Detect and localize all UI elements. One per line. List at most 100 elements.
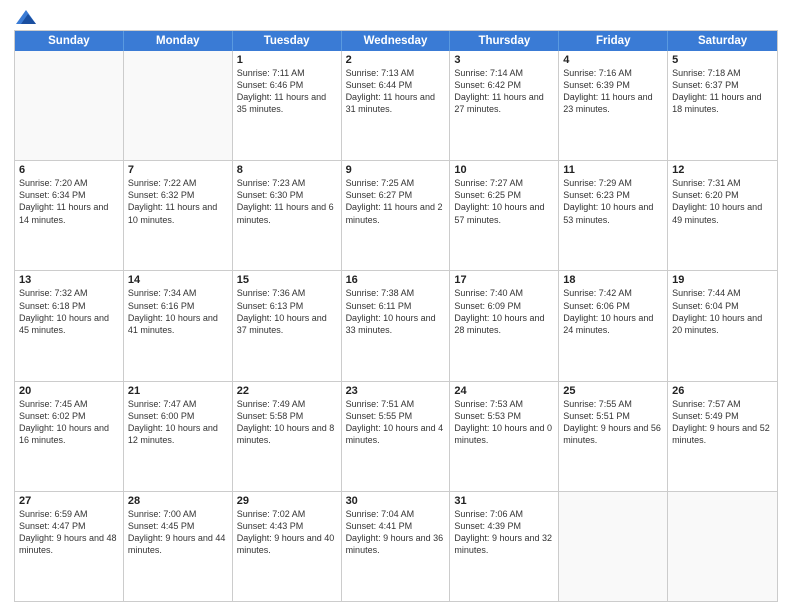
header bbox=[14, 10, 778, 24]
day-number: 30 bbox=[346, 495, 446, 507]
calendar-cell: 15 Sunrise: 7:36 AM Sunset: 6:13 PM Dayli… bbox=[233, 271, 342, 380]
page: SundayMondayTuesdayWednesdayThursdayFrid… bbox=[0, 0, 792, 612]
day-info: Sunrise: 7:40 AM Sunset: 6:09 PM Dayligh… bbox=[454, 288, 544, 334]
calendar-cell: 5Sunrise: 7:18 AM Sunset: 6:37 PM Daylig… bbox=[668, 51, 777, 160]
cal-header-tuesday: Tuesday bbox=[233, 31, 342, 51]
day-number: 1 bbox=[237, 54, 337, 66]
day-info: Sunrise: 7:27 AM Sunset: 6:25 PM Dayligh… bbox=[454, 178, 544, 224]
calendar-cell: 22Sunrise: 7:49 AM Sunset: 5:58 PM Dayli… bbox=[233, 382, 342, 491]
calendar-cell: 20 Sunrise: 7:45 AM Sunset: 6:02 PM Dayli… bbox=[15, 382, 124, 491]
day-number: 15 bbox=[237, 274, 337, 286]
day-number: 12 bbox=[672, 164, 773, 176]
cal-header-thursday: Thursday bbox=[450, 31, 559, 51]
calendar-cell bbox=[668, 492, 777, 601]
day-number: 27 bbox=[19, 495, 119, 507]
calendar: SundayMondayTuesdayWednesdayThursdayFrid… bbox=[14, 30, 778, 602]
day-number: 26 bbox=[672, 385, 773, 397]
day-number: 10 bbox=[454, 164, 554, 176]
day-info: Sunrise: 7:14 AM Sunset: 6:42 PM Dayligh… bbox=[454, 68, 543, 114]
day-number: 14 bbox=[128, 274, 228, 286]
day-number: 24 bbox=[454, 385, 554, 397]
calendar-cell: 23 Sunrise: 7:51 AM Sunset: 5:55 PM Dayli… bbox=[342, 382, 451, 491]
cal-header-saturday: Saturday bbox=[668, 31, 777, 51]
day-number: 31 bbox=[454, 495, 554, 507]
day-number: 28 bbox=[128, 495, 228, 507]
calendar-cell bbox=[124, 51, 233, 160]
day-info: Sunrise: 7:00 AM Sunset: 4:45 PM Dayligh… bbox=[128, 509, 226, 555]
calendar-cell: 28 Sunrise: 7:00 AM Sunset: 4:45 PM Dayli… bbox=[124, 492, 233, 601]
calendar-body: 1 Sunrise: 7:11 AM Sunset: 6:46 PM Daylig… bbox=[15, 51, 777, 601]
day-info: Sunrise: 7:29 AM Sunset: 6:23 PM Dayligh… bbox=[563, 178, 653, 224]
day-info: Sunrise: 7:45 AM Sunset: 6:02 PM Dayligh… bbox=[19, 399, 109, 445]
calendar-cell: 16Sunrise: 7:38 AM Sunset: 6:11 PM Dayli… bbox=[342, 271, 451, 380]
calendar-cell: 8 Sunrise: 7:23 AM Sunset: 6:30 PM Daylig… bbox=[233, 161, 342, 270]
calendar-cell: 24 Sunrise: 7:53 AM Sunset: 5:53 PM Dayli… bbox=[450, 382, 559, 491]
day-info: Sunrise: 7:16 AM Sunset: 6:39 PM Dayligh… bbox=[563, 68, 652, 114]
day-info: Sunrise: 7:53 AM Sunset: 5:53 PM Dayligh… bbox=[454, 399, 552, 445]
calendar-week-3: 13 Sunrise: 7:32 AM Sunset: 6:18 PM Dayli… bbox=[15, 270, 777, 380]
cal-header-monday: Monday bbox=[124, 31, 233, 51]
calendar-cell bbox=[559, 492, 668, 601]
calendar-cell: 7Sunrise: 7:22 AM Sunset: 6:32 PM Daylig… bbox=[124, 161, 233, 270]
day-number: 9 bbox=[346, 164, 446, 176]
day-number: 13 bbox=[19, 274, 119, 286]
calendar-cell: 19 Sunrise: 7:44 AM Sunset: 6:04 PM Dayli… bbox=[668, 271, 777, 380]
day-info: Sunrise: 7:42 AM Sunset: 6:06 PM Dayligh… bbox=[563, 288, 653, 334]
calendar-cell: 12 Sunrise: 7:31 AM Sunset: 6:20 PM Dayli… bbox=[668, 161, 777, 270]
calendar-cell: 3 Sunrise: 7:14 AM Sunset: 6:42 PM Daylig… bbox=[450, 51, 559, 160]
calendar-cell: 1 Sunrise: 7:11 AM Sunset: 6:46 PM Daylig… bbox=[233, 51, 342, 160]
day-info: Sunrise: 7:13 AM Sunset: 6:44 PM Dayligh… bbox=[346, 68, 435, 114]
calendar-cell: 10 Sunrise: 7:27 AM Sunset: 6:25 PM Dayli… bbox=[450, 161, 559, 270]
day-info: Sunrise: 7:23 AM Sunset: 6:30 PM Dayligh… bbox=[237, 178, 334, 224]
calendar-cell: 6 Sunrise: 7:20 AM Sunset: 6:34 PM Daylig… bbox=[15, 161, 124, 270]
day-number: 11 bbox=[563, 164, 663, 176]
calendar-cell: 27 Sunrise: 6:59 AM Sunset: 4:47 PM Dayli… bbox=[15, 492, 124, 601]
day-info: Sunrise: 7:49 AM Sunset: 5:58 PM Dayligh… bbox=[237, 399, 335, 445]
day-number: 20 bbox=[19, 385, 119, 397]
day-info: Sunrise: 7:22 AM Sunset: 6:32 PM Dayligh… bbox=[128, 178, 217, 224]
day-info: Sunrise: 7:02 AM Sunset: 4:43 PM Dayligh… bbox=[237, 509, 335, 555]
calendar-cell: 29 Sunrise: 7:02 AM Sunset: 4:43 PM Dayli… bbox=[233, 492, 342, 601]
day-number: 17 bbox=[454, 274, 554, 286]
day-info: Sunrise: 7:57 AM Sunset: 5:49 PM Dayligh… bbox=[672, 399, 770, 445]
day-info: Sunrise: 7:34 AM Sunset: 6:16 PM Dayligh… bbox=[128, 288, 218, 334]
day-info: Sunrise: 7:44 AM Sunset: 6:04 PM Dayligh… bbox=[672, 288, 762, 334]
calendar-week-2: 6 Sunrise: 7:20 AM Sunset: 6:34 PM Daylig… bbox=[15, 160, 777, 270]
day-info: Sunrise: 6:59 AM Sunset: 4:47 PM Dayligh… bbox=[19, 509, 117, 555]
calendar-cell: 14 Sunrise: 7:34 AM Sunset: 6:16 PM Dayli… bbox=[124, 271, 233, 380]
calendar-cell: 9 Sunrise: 7:25 AM Sunset: 6:27 PM Daylig… bbox=[342, 161, 451, 270]
day-info: Sunrise: 7:36 AM Sunset: 6:13 PM Dayligh… bbox=[237, 288, 327, 334]
day-info: Sunrise: 7:06 AM Sunset: 4:39 PM Dayligh… bbox=[454, 509, 552, 555]
logo bbox=[14, 10, 36, 24]
day-number: 21 bbox=[128, 385, 228, 397]
cal-header-sunday: Sunday bbox=[15, 31, 124, 51]
calendar-cell: 17 Sunrise: 7:40 AM Sunset: 6:09 PM Dayli… bbox=[450, 271, 559, 380]
day-info: Sunrise: 7:11 AM Sunset: 6:46 PM Dayligh… bbox=[237, 68, 326, 114]
day-info: Sunrise: 7:31 AM Sunset: 6:20 PM Dayligh… bbox=[672, 178, 762, 224]
day-info: Sunrise: 7:20 AM Sunset: 6:34 PM Dayligh… bbox=[19, 178, 108, 224]
day-info: Sunrise: 7:25 AM Sunset: 6:27 PM Dayligh… bbox=[346, 178, 443, 224]
day-number: 29 bbox=[237, 495, 337, 507]
calendar-cell: 26 Sunrise: 7:57 AM Sunset: 5:49 PM Dayli… bbox=[668, 382, 777, 491]
day-number: 4 bbox=[563, 54, 663, 66]
day-number: 23 bbox=[346, 385, 446, 397]
day-number: 8 bbox=[237, 164, 337, 176]
cal-header-wednesday: Wednesday bbox=[342, 31, 451, 51]
day-number: 6 bbox=[19, 164, 119, 176]
day-number: 3 bbox=[454, 54, 554, 66]
day-number: 25 bbox=[563, 385, 663, 397]
logo-icon bbox=[16, 10, 36, 24]
calendar-week-4: 20 Sunrise: 7:45 AM Sunset: 6:02 PM Dayli… bbox=[15, 381, 777, 491]
day-info: Sunrise: 7:51 AM Sunset: 5:55 PM Dayligh… bbox=[346, 399, 444, 445]
day-info: Sunrise: 7:18 AM Sunset: 6:37 PM Dayligh… bbox=[672, 68, 761, 114]
cal-header-friday: Friday bbox=[559, 31, 668, 51]
day-number: 19 bbox=[672, 274, 773, 286]
day-info: Sunrise: 7:32 AM Sunset: 6:18 PM Dayligh… bbox=[19, 288, 109, 334]
day-info: Sunrise: 7:38 AM Sunset: 6:11 PM Dayligh… bbox=[346, 288, 436, 334]
day-info: Sunrise: 7:04 AM Sunset: 4:41 PM Dayligh… bbox=[346, 509, 444, 555]
calendar-cell: 4 Sunrise: 7:16 AM Sunset: 6:39 PM Daylig… bbox=[559, 51, 668, 160]
calendar-cell: 13 Sunrise: 7:32 AM Sunset: 6:18 PM Dayli… bbox=[15, 271, 124, 380]
calendar-cell: 21Sunrise: 7:47 AM Sunset: 6:00 PM Dayli… bbox=[124, 382, 233, 491]
calendar-week-5: 27 Sunrise: 6:59 AM Sunset: 4:47 PM Dayli… bbox=[15, 491, 777, 601]
calendar-cell bbox=[15, 51, 124, 160]
